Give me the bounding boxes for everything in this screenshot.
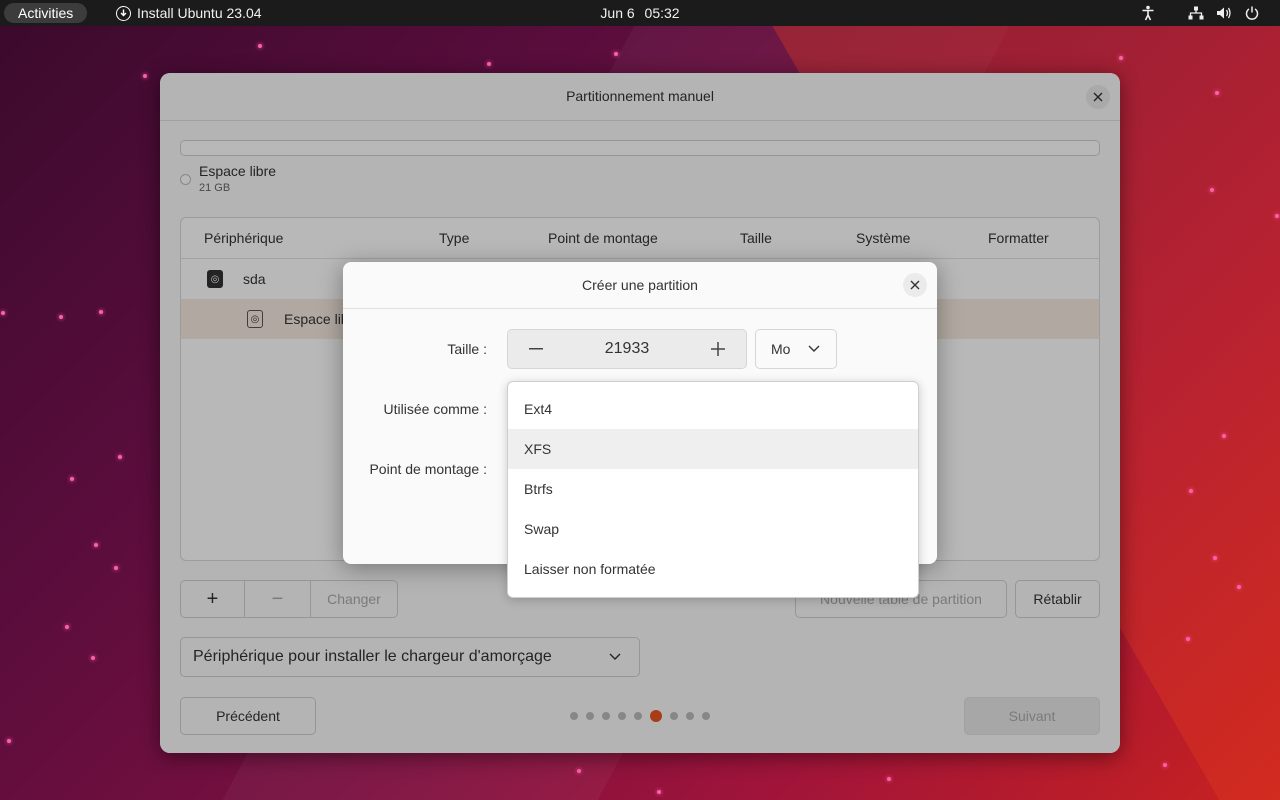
dialog-title: Créer une partition <box>343 262 937 309</box>
wallpaper-star <box>91 656 95 660</box>
clock-time: 05:32 <box>644 5 680 21</box>
wallpaper-star <box>118 455 122 459</box>
wallpaper-star <box>99 310 103 314</box>
wallpaper-star <box>70 477 74 481</box>
mount-point-label: Point de montage : <box>369 461 487 477</box>
filesystem-option[interactable]: Btrfs <box>508 469 918 509</box>
wallpaper-star <box>1 311 5 315</box>
wallpaper-star <box>614 52 618 56</box>
wallpaper-star <box>1222 434 1226 438</box>
wallpaper-star <box>1119 56 1123 60</box>
wallpaper-star <box>94 543 98 547</box>
wallpaper-star <box>657 790 661 794</box>
use-as-label: Utilisée comme : <box>383 401 487 417</box>
wallpaper-star <box>65 625 69 629</box>
wallpaper-star <box>1186 637 1190 641</box>
wallpaper-star <box>143 74 147 78</box>
wallpaper-star <box>1189 489 1193 493</box>
increase-button[interactable] <box>698 330 738 368</box>
size-stepper[interactable]: 21933 <box>507 329 747 369</box>
wallpaper-star <box>1275 214 1279 218</box>
wallpaper-star <box>1210 188 1214 192</box>
accessibility-icon[interactable] <box>1134 0 1162 26</box>
dialog-close-button[interactable] <box>903 273 927 297</box>
wallpaper-star <box>887 777 891 781</box>
wallpaper-star <box>114 566 118 570</box>
wallpaper-star <box>1215 91 1219 95</box>
wallpaper-star <box>59 315 63 319</box>
unit-select[interactable]: Mo <box>755 329 837 369</box>
network-icon[interactable] <box>1182 0 1210 26</box>
wallpaper-star <box>1213 556 1217 560</box>
top-bar: Activities Install Ubuntu 23.04 Jun 6 05… <box>0 0 1280 26</box>
size-label: Taille : <box>447 341 487 357</box>
filesystem-option[interactable]: XFS <box>508 429 918 469</box>
unit-value: Mo <box>771 341 791 357</box>
clock[interactable]: Jun 6 05:32 <box>0 0 1280 26</box>
filesystem-option[interactable]: Swap <box>508 509 918 549</box>
wallpaper-star <box>1237 585 1241 589</box>
power-icon[interactable] <box>1238 0 1266 26</box>
wallpaper-star <box>1163 763 1167 767</box>
wallpaper-star <box>577 769 581 773</box>
filesystem-dropdown: Ext4 XFS Btrfs Swap Laisser non formatée <box>507 381 919 598</box>
wallpaper-star <box>487 62 491 66</box>
system-tray[interactable] <box>1134 0 1266 26</box>
size-input[interactable]: 21933 <box>568 330 686 368</box>
close-icon <box>910 280 920 290</box>
clock-date: Jun 6 <box>600 5 635 21</box>
tray-spacer <box>1162 0 1182 26</box>
filesystem-option[interactable]: Ext4 <box>508 389 918 429</box>
wallpaper-star <box>7 739 11 743</box>
decrease-button[interactable] <box>516 330 556 368</box>
volume-icon[interactable] <box>1210 0 1238 26</box>
chevron-down-icon <box>808 330 820 382</box>
wallpaper-star <box>258 44 262 48</box>
filesystem-option[interactable]: Laisser non formatée <box>508 549 918 589</box>
